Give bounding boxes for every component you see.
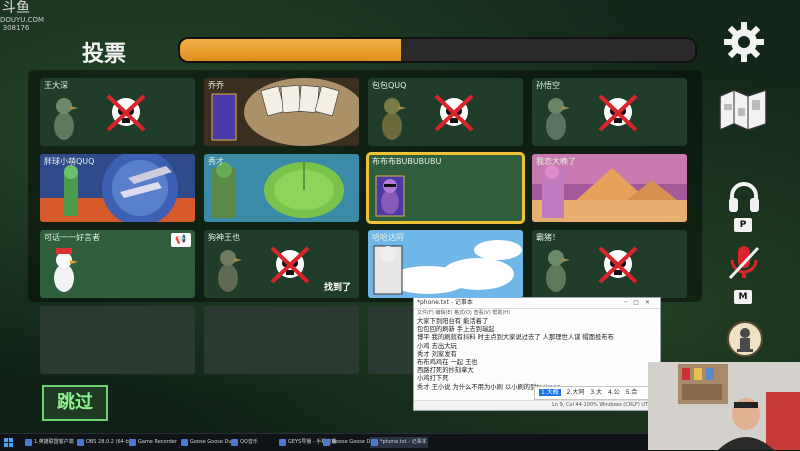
empty-slot [204, 306, 359, 374]
player-name: 我恋大晚了 [536, 157, 576, 166]
taskbar-item[interactable]: QQ音乐 [230, 437, 280, 448]
player-card[interactable]: 霸猪！ [532, 230, 687, 298]
windows-taskbar: 1.英雄联盟客户端 OBS 28.0.2 (64-bit) Game Recor… [0, 433, 648, 451]
ime-candidate[interactable]: 5.合 [626, 389, 638, 396]
ime-candidate-bar[interactable]: 1.大概 2.大同 3.大 4.公 5.合 [534, 386, 660, 400]
douyu-logo: 斗鱼 [2, 0, 30, 16]
taskbar-item-active[interactable]: *phone.txt - 记事本 [370, 437, 428, 448]
dead-skull-icon [598, 246, 638, 284]
player-name: 王大深 [44, 81, 68, 90]
player-name: 乔乔 [208, 81, 224, 90]
goose-avatar [218, 250, 242, 292]
taskbar-item[interactable]: OBS 28.0.2 (64-bit) [76, 437, 136, 448]
goose-avatar [546, 250, 570, 292]
vote-title: 投票 [82, 42, 127, 67]
player-card[interactable]: 秀才 [204, 154, 359, 222]
taskbar-item[interactable]: Game Recorder [128, 437, 188, 448]
player-card-selected[interactable]: 布布布BUBUBUBU [366, 152, 525, 224]
mic-hotkey-label: M [734, 290, 752, 304]
player-name: 霸猪！ [536, 233, 560, 242]
notepad-statusbar: Ln 9, Col 44 100% Windows (CRLF) UTF-8 [414, 400, 660, 410]
player-name: 秀才 [208, 157, 224, 166]
player-card[interactable]: 乔乔 [204, 78, 359, 146]
player-name: 哈哈达阿 [372, 233, 404, 242]
player-name: 可话一一好言者 [44, 233, 100, 242]
notepad-menu[interactable]: 文件(F) 编辑(E) 格式(O) 查看(V) 帮助(H) [414, 309, 660, 317]
goose-avatar [54, 98, 78, 140]
note-line: 小鸡打下死 [417, 375, 449, 383]
empty-slot [40, 306, 195, 374]
note-line: 西路打死的抄刻拿大 [417, 367, 474, 375]
megaphone-icon: 📢 [171, 233, 191, 247]
note-line: 大家下到阳台有 能活着了 [417, 318, 489, 325]
skip-vote-button[interactable]: 跳过 [42, 385, 108, 421]
ime-candidate[interactable]: 1.大概 [539, 389, 561, 396]
player-card[interactable]: 王大深 [40, 78, 195, 146]
map-icon[interactable] [716, 86, 772, 132]
note-line: 博平 我的刷就有抖料 时主点到大家说过去了 人那理世人谋 帽面投布布 [417, 334, 614, 342]
notepad-text[interactable]: 大家下到阳台有 能活着了 包包回的刷新 手上去到瑞起 博平 我的刷就有抖料 时主… [414, 317, 660, 393]
player-card[interactable]: 狗神王也 找到了 [204, 230, 359, 298]
note-line: 秀才 刘家发有 [417, 350, 457, 358]
player-card[interactable]: 哈哈达阿 [368, 230, 523, 298]
dead-skull-icon [434, 94, 474, 132]
windows-start-icon[interactable] [4, 438, 13, 447]
notepad-window[interactable]: *phone.txt - 记事本 ─□✕ 文件(F) 编辑(E) 格式(O) 查… [413, 297, 661, 411]
goose-avatar [382, 98, 406, 140]
notepad-title: *phone.txt - 记事本 [417, 299, 473, 306]
notepad-titlebar: *phone.txt - 记事本 ─□✕ [414, 298, 660, 309]
player-card[interactable]: 我恋大晚了 [532, 154, 687, 222]
player-card[interactable]: 胖球小萌QUQ [40, 154, 195, 222]
player-card[interactable]: 可话一一好言者 📢 [40, 230, 195, 298]
webcam-image [648, 362, 800, 450]
dead-skull-icon [106, 94, 146, 132]
player-name: 胖球小萌QUQ [44, 157, 95, 166]
player-name: 包包QUQ [372, 81, 407, 90]
player-name: 狗神王也 [208, 233, 240, 242]
player-card[interactable]: 包包QUQ [368, 78, 523, 146]
headphones-icon[interactable] [726, 178, 762, 214]
note-line: 小鸡 去出大玩 [417, 342, 457, 350]
ime-candidate[interactable]: 3.大 [590, 389, 602, 396]
lilypad-banner [204, 154, 359, 222]
goose-avatar [546, 98, 570, 140]
dead-skull-icon [270, 246, 310, 284]
ime-candidate[interactable]: 2.大同 [567, 389, 585, 396]
mute-hotkey-label: P [734, 218, 752, 232]
note-line: 布布鸡鸡在 一起 王也 [417, 359, 478, 367]
dead-skull-icon [598, 94, 638, 132]
player-card[interactable]: 孙悟空 [532, 78, 687, 146]
streamer-webcam [648, 362, 800, 450]
window-controls[interactable]: ─□✕ [624, 298, 656, 308]
player-name: 孙悟空 [536, 81, 560, 90]
douyu-room-id: 308176 [2, 24, 30, 32]
goose-avatar [375, 175, 405, 217]
player-name: 布布布BUBUBUBU [372, 157, 442, 166]
vote-timer-bar [178, 37, 697, 63]
douyu-watermark: 斗鱼 DOUYU.COM 308176 [0, 0, 45, 32]
cards-banner [204, 78, 359, 146]
settings-gear-icon[interactable] [722, 20, 766, 64]
role-pawn-icon[interactable] [726, 320, 764, 358]
ime-candidate[interactable]: 4.公 [608, 389, 620, 396]
taskbar-item[interactable]: 1.英雄联盟客户端 [24, 437, 84, 448]
microphone-muted-icon[interactable] [726, 244, 762, 282]
douyu-site: DOUYU.COM [0, 16, 45, 24]
goose-avatar [54, 248, 78, 292]
body-found-label: 找到了 [323, 283, 351, 293]
vote-timer-fill [180, 39, 402, 61]
